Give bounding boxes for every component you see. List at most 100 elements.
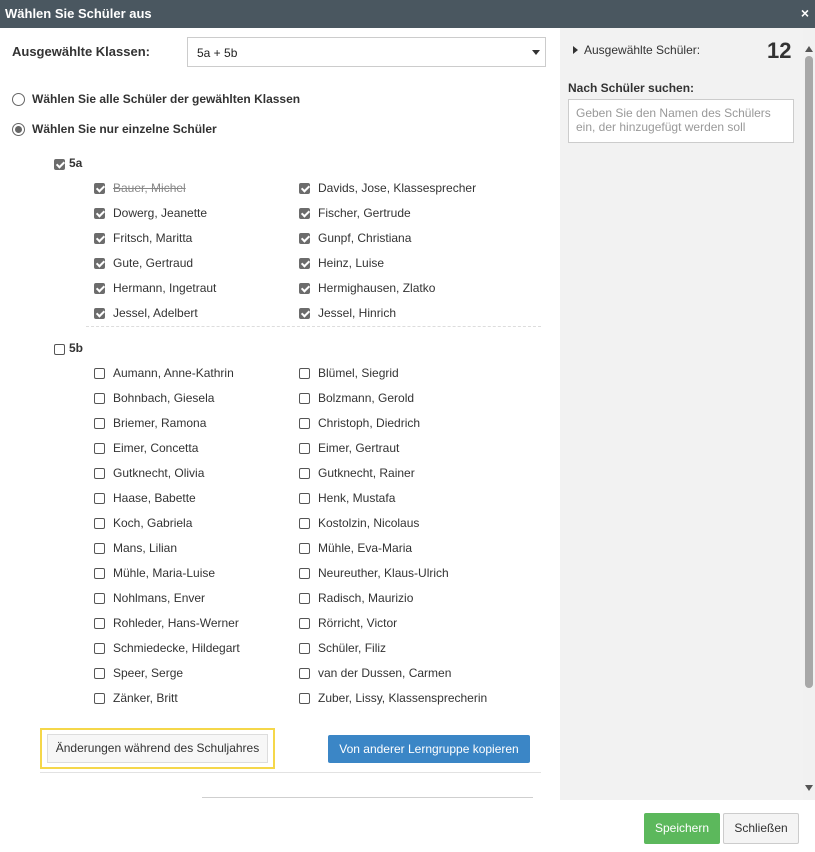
student-checkbox[interactable] bbox=[299, 668, 310, 679]
student-checkbox[interactable] bbox=[94, 518, 105, 529]
student-name: Eimer, Gertraut bbox=[318, 441, 400, 455]
student-name: Hermann, Ingetraut bbox=[113, 281, 217, 295]
student-checkbox[interactable] bbox=[299, 233, 310, 244]
dialog-footer: Speichern Schließen bbox=[0, 800, 815, 852]
divider bbox=[202, 797, 533, 798]
radio-single-circle[interactable] bbox=[12, 123, 25, 136]
scroll-up-arrow-icon[interactable] bbox=[805, 46, 813, 52]
student-name: Bauer, Michel bbox=[113, 181, 186, 195]
student-name: Hermighausen, Zlatko bbox=[318, 281, 436, 295]
close-icon[interactable]: × bbox=[801, 5, 809, 21]
student-checkbox[interactable] bbox=[94, 693, 105, 704]
dialog-titlebar: Wählen Sie Schüler aus × bbox=[0, 0, 815, 28]
student-checkbox[interactable] bbox=[94, 618, 105, 629]
student-checkbox[interactable] bbox=[94, 543, 105, 554]
student-name: Radisch, Maurizio bbox=[318, 591, 414, 605]
student-name: Jessel, Hinrich bbox=[318, 306, 397, 320]
student-name: Rörricht, Victor bbox=[318, 616, 398, 630]
group-divider bbox=[86, 326, 541, 327]
radio-all-circle[interactable] bbox=[12, 93, 25, 106]
student-checkbox[interactable] bbox=[299, 208, 310, 219]
student-checkbox[interactable] bbox=[299, 308, 310, 319]
student-name: Briemer, Ramona bbox=[113, 416, 207, 430]
classes-select[interactable]: 5a + 5b bbox=[187, 37, 546, 67]
student-checkbox[interactable] bbox=[299, 468, 310, 479]
student-name: Mühle, Maria-Luise bbox=[113, 566, 216, 580]
student-checkbox[interactable] bbox=[299, 593, 310, 604]
student-checkbox[interactable] bbox=[94, 258, 105, 269]
student-name: Bohnbach, Giesela bbox=[113, 391, 215, 405]
student-name: Jessel, Adelbert bbox=[113, 306, 198, 320]
student-name: Nohlmans, Enver bbox=[113, 591, 206, 605]
selected-students-toggle[interactable]: Ausgewählte Schüler: bbox=[573, 43, 700, 57]
student-checkbox[interactable] bbox=[94, 593, 105, 604]
student-checkbox[interactable] bbox=[94, 393, 105, 404]
student-checkbox[interactable] bbox=[299, 258, 310, 269]
student-name: Gutknecht, Rainer bbox=[318, 466, 415, 480]
student-checkbox[interactable] bbox=[299, 693, 310, 704]
student-name: Fischer, Gertrude bbox=[318, 206, 411, 220]
scrollbar-thumb[interactable] bbox=[805, 56, 813, 688]
radio-all-label: Wählen Sie alle Schüler der gewählten Kl… bbox=[32, 92, 301, 106]
student-checkbox[interactable] bbox=[94, 308, 105, 319]
student-name: Mühle, Eva-Maria bbox=[318, 541, 413, 555]
student-checkbox[interactable] bbox=[299, 283, 310, 294]
student-checkbox[interactable] bbox=[299, 393, 310, 404]
student-checkbox[interactable] bbox=[94, 233, 105, 244]
student-checkbox[interactable] bbox=[94, 668, 105, 679]
student-name: Haase, Babette bbox=[113, 491, 196, 505]
student-selection-panel: Ausgewählte Klassen: 5a + 5b Wählen Sie … bbox=[0, 28, 560, 800]
student-checkbox[interactable] bbox=[299, 493, 310, 504]
student-name: Zänker, Britt bbox=[113, 691, 178, 705]
selected-students-panel: Ausgewählte Schüler: 12 Nach Schüler suc… bbox=[560, 28, 803, 800]
student-checkbox[interactable] bbox=[94, 443, 105, 454]
student-name: Christoph, Diedrich bbox=[318, 416, 421, 430]
student-checkbox[interactable] bbox=[94, 493, 105, 504]
student-checkbox[interactable] bbox=[94, 208, 105, 219]
student-checkbox[interactable] bbox=[94, 183, 105, 194]
student-checkbox[interactable] bbox=[299, 418, 310, 429]
student-checkbox[interactable] bbox=[299, 568, 310, 579]
scroll-down-arrow-icon[interactable] bbox=[805, 785, 813, 791]
changes-during-year-button-frame: Änderungen während des Schuljahres bbox=[40, 728, 275, 769]
student-checkbox[interactable] bbox=[299, 543, 310, 554]
student-name: Gute, Gertraud bbox=[113, 256, 194, 270]
student-checkbox[interactable] bbox=[299, 368, 310, 379]
student-name: Aumann, Anne-Kathrin bbox=[113, 366, 234, 380]
student-name: Koch, Gabriela bbox=[113, 516, 193, 530]
student-name: Schüler, Filiz bbox=[318, 641, 387, 655]
dialog-title: Wählen Sie Schüler aus bbox=[5, 6, 152, 21]
student-checkbox[interactable] bbox=[94, 643, 105, 654]
save-button[interactable]: Speichern bbox=[644, 813, 720, 844]
student-checkbox[interactable] bbox=[299, 643, 310, 654]
caret-right-icon bbox=[573, 46, 578, 54]
student-name: Mans, Lilian bbox=[113, 541, 178, 555]
student-checkbox[interactable] bbox=[299, 518, 310, 529]
divider bbox=[40, 772, 541, 773]
group-checkbox[interactable] bbox=[54, 344, 65, 355]
student-checkbox[interactable] bbox=[94, 368, 105, 379]
student-name: van der Dussen, Carmen bbox=[318, 666, 452, 680]
chevron-down-icon bbox=[532, 50, 540, 55]
student-checkbox[interactable] bbox=[94, 468, 105, 479]
student-checkbox[interactable] bbox=[299, 183, 310, 194]
radio-single-label: Wählen Sie nur einzelne Schüler bbox=[32, 122, 217, 136]
student-checkbox[interactable] bbox=[94, 283, 105, 294]
student-name: Dowerg, Jeanette bbox=[113, 206, 208, 220]
student-checkbox[interactable] bbox=[94, 568, 105, 579]
search-label: Nach Schüler suchen: bbox=[568, 81, 695, 95]
student-search-input[interactable] bbox=[568, 99, 794, 143]
student-checkbox[interactable] bbox=[299, 443, 310, 454]
student-name: Blümel, Siegrid bbox=[318, 366, 399, 380]
student-checkbox[interactable] bbox=[94, 418, 105, 429]
changes-during-year-button[interactable]: Änderungen während des Schuljahres bbox=[47, 734, 268, 763]
student-name: Zuber, Lissy, Klassensprecherin bbox=[318, 691, 488, 705]
student-name: Fritsch, Maritta bbox=[113, 231, 193, 245]
close-button[interactable]: Schließen bbox=[723, 813, 799, 844]
copy-from-group-button[interactable]: Von anderer Lerngruppe kopieren bbox=[328, 735, 530, 763]
student-checkbox[interactable] bbox=[299, 618, 310, 629]
selected-classes-label: Ausgewählte Klassen: bbox=[12, 44, 150, 59]
student-name: Schmiedecke, Hildegart bbox=[113, 641, 240, 655]
vertical-scrollbar[interactable] bbox=[803, 28, 815, 800]
group-checkbox[interactable] bbox=[54, 159, 65, 170]
